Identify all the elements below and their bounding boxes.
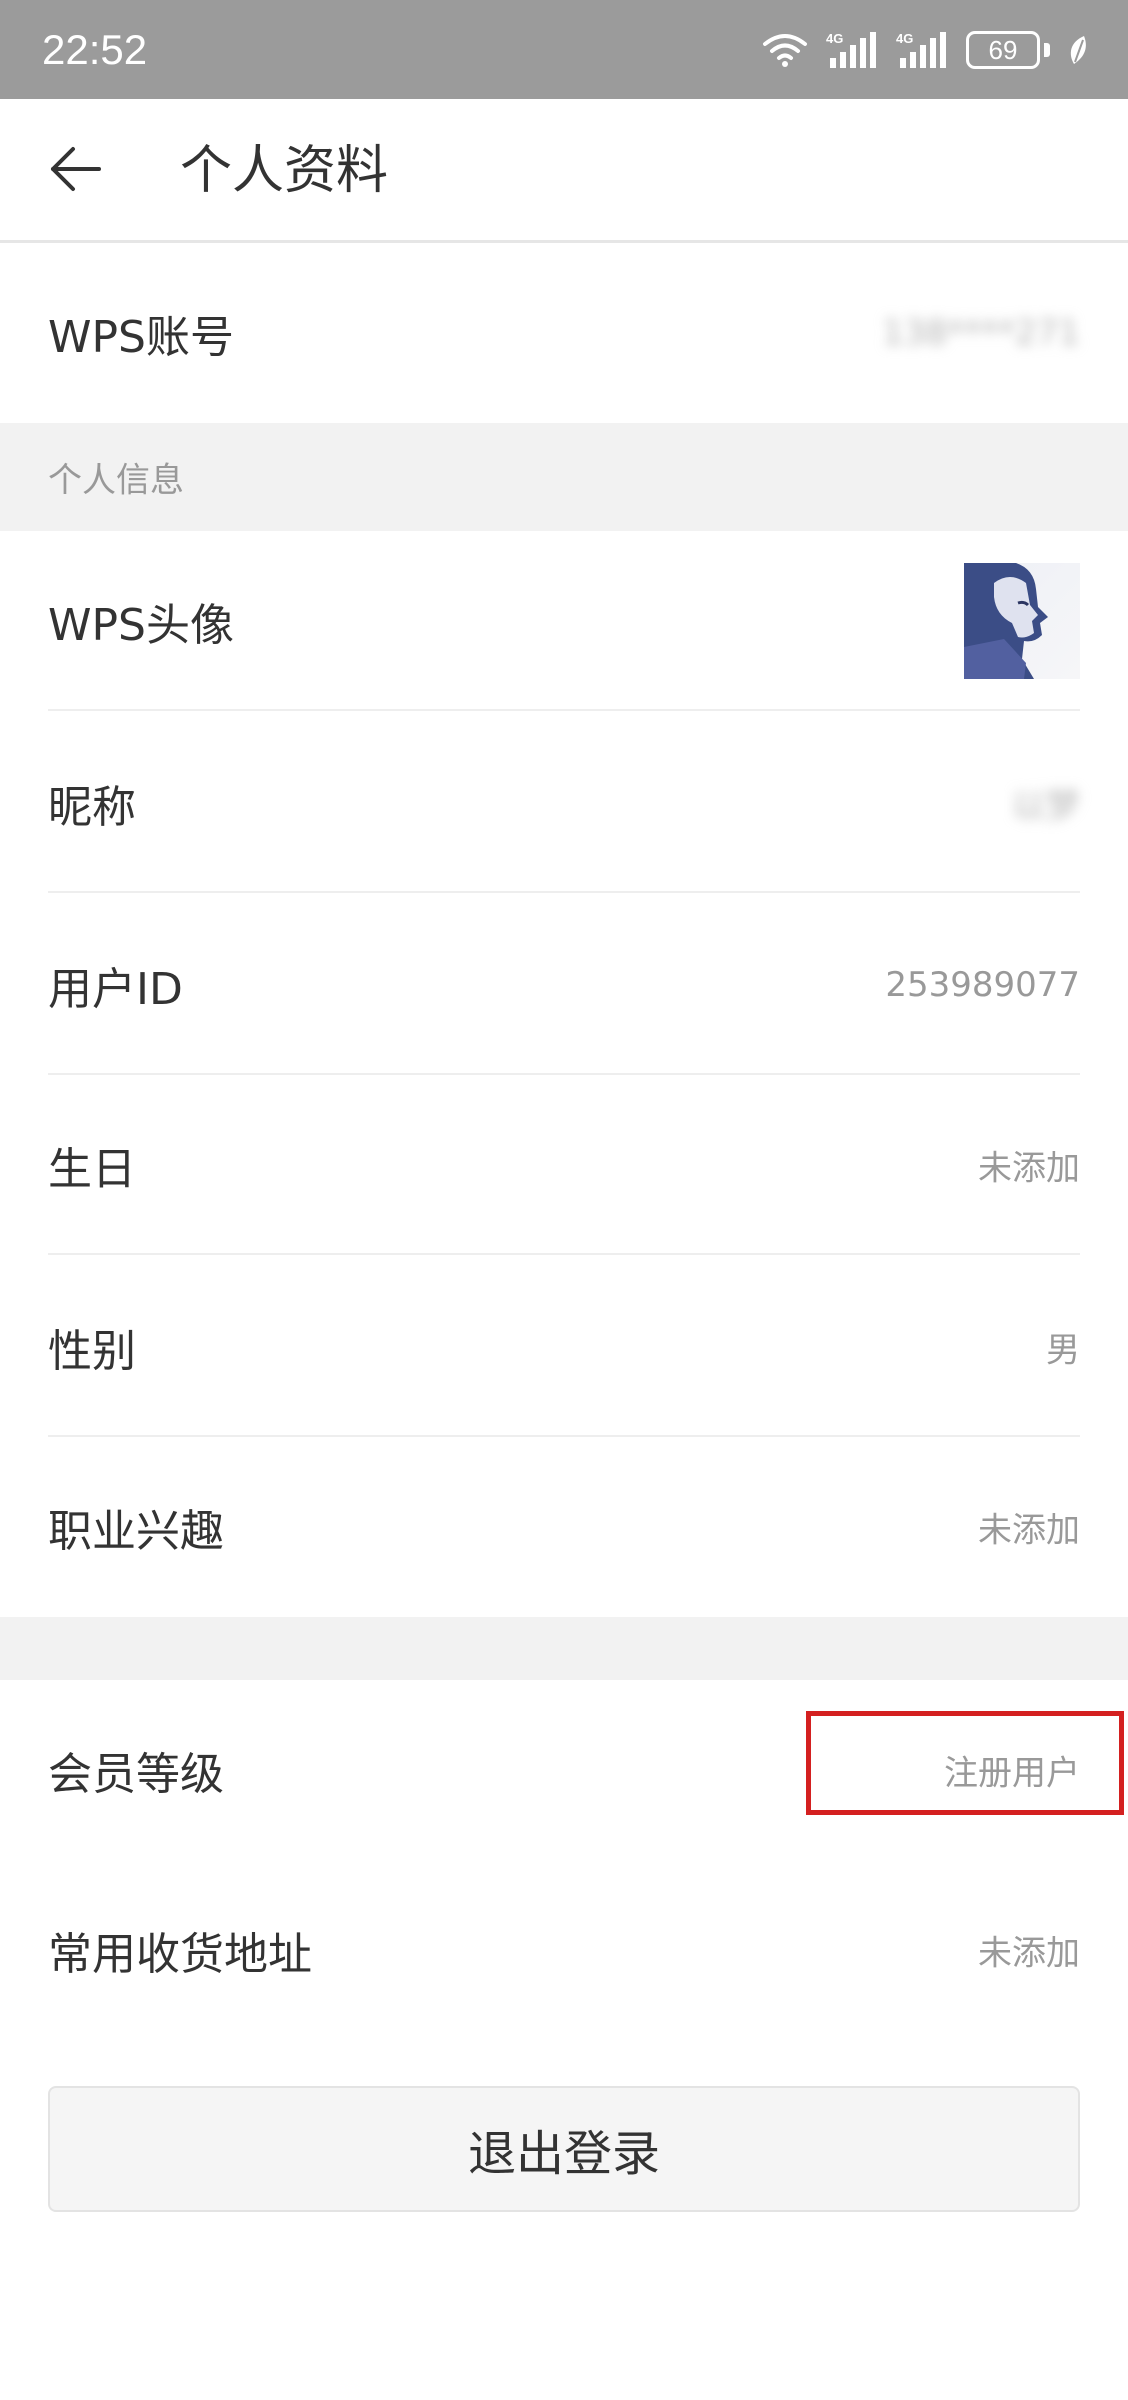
app-header: 个人资料 — [0, 99, 1128, 243]
user-id-label: 用户ID — [48, 964, 183, 1015]
status-icons: 4G 4G 69 — [762, 28, 1088, 72]
membership-level-value: 注册用户 — [944, 1753, 1080, 1794]
membership-level-row[interactable]: 会员等级 注册用户 — [0, 1680, 1128, 1860]
wps-account-row[interactable]: WPS账号 138****271 — [0, 243, 1128, 423]
svg-text:4G: 4G — [896, 31, 913, 46]
divider — [48, 1253, 1080, 1255]
nickname-value: 以梦 — [1012, 786, 1080, 827]
signal-4g-icon: 4G — [826, 30, 878, 70]
section-personal-info: 个人信息 — [0, 423, 1128, 531]
nickname-row[interactable]: 昵称 以梦 — [0, 713, 1128, 893]
gender-label: 性别 — [48, 1326, 136, 1377]
signal-4g-icon: 4G — [896, 30, 948, 70]
battery-icon: 69 — [966, 31, 1050, 69]
gender-value: 男 — [1046, 1330, 1080, 1371]
battery-level: 69 — [988, 35, 1018, 65]
avatar-row[interactable]: WPS头像 — [0, 531, 1128, 711]
avatar-label: WPS头像 — [48, 600, 234, 651]
shipping-address-row[interactable]: 常用收货地址 未添加 — [0, 1860, 1128, 2040]
membership-level-label: 会员等级 — [48, 1749, 224, 1800]
career-interest-label: 职业兴趣 — [48, 1506, 224, 1557]
gender-row[interactable]: 性别 男 — [0, 1257, 1128, 1437]
leaf-icon — [1068, 34, 1088, 66]
birthday-value: 未添加 — [978, 1148, 1080, 1189]
section-personal-info-label: 个人信息 — [48, 460, 184, 501]
divider — [48, 709, 1080, 711]
wps-account-value: 138****271 — [882, 313, 1080, 353]
arrow-left-icon — [49, 146, 101, 196]
page-title: 个人资料 — [180, 141, 389, 201]
logout-button[interactable]: 退出登录 — [48, 2086, 1080, 2212]
status-time: 22:52 — [42, 26, 148, 73]
career-interest-row[interactable]: 职业兴趣 未添加 — [0, 1437, 1128, 1617]
back-button[interactable] — [30, 129, 120, 213]
user-id-row[interactable]: 用户ID 253989077 — [0, 895, 1128, 1075]
section-gap — [0, 1617, 1128, 1680]
birthday-row[interactable]: 生日 未添加 — [0, 1075, 1128, 1255]
wps-account-label: WPS账号 — [48, 312, 234, 363]
wifi-icon — [762, 33, 808, 67]
avatar[interactable] — [964, 563, 1080, 679]
svg-text:4G: 4G — [826, 31, 843, 46]
divider — [48, 891, 1080, 893]
birthday-label: 生日 — [48, 1144, 136, 1195]
user-id-value: 253989077 — [885, 965, 1080, 1005]
status-bar: 22:52 4G 4G 69 — [0, 0, 1128, 99]
shipping-address-value: 未添加 — [978, 1933, 1080, 1974]
nickname-label: 昵称 — [48, 782, 136, 833]
career-interest-value: 未添加 — [978, 1510, 1080, 1551]
shipping-address-label: 常用收货地址 — [48, 1929, 312, 1980]
